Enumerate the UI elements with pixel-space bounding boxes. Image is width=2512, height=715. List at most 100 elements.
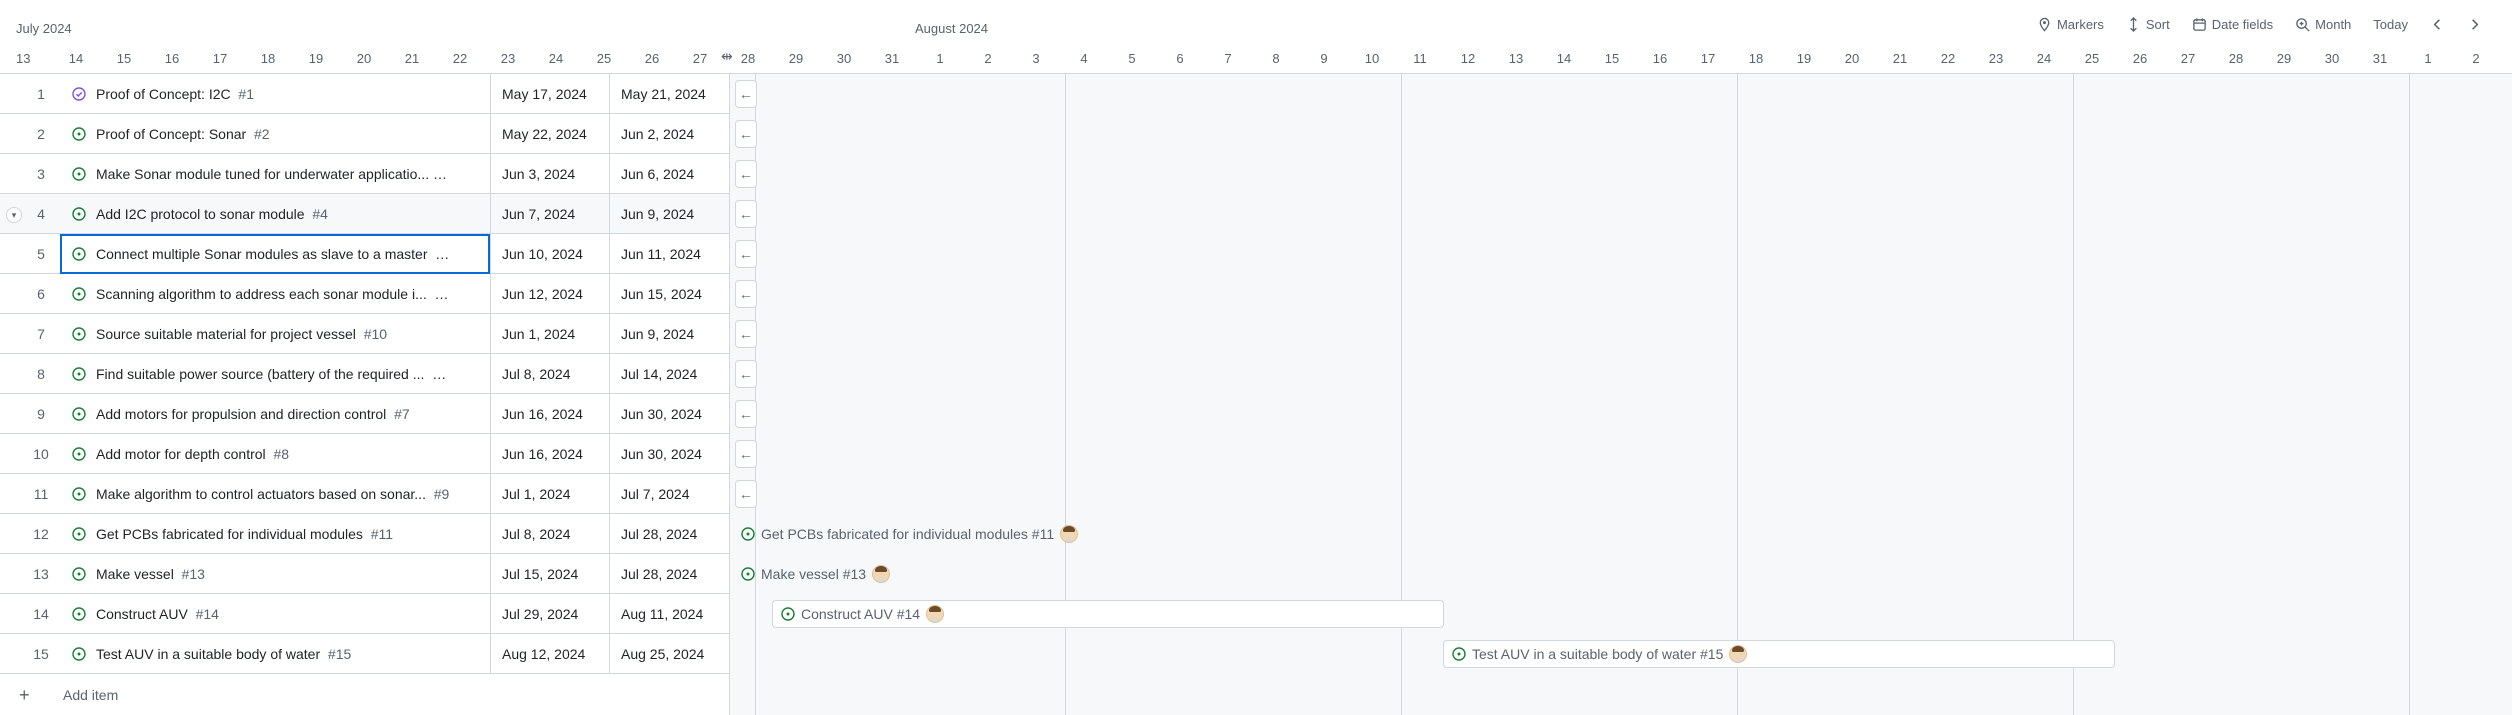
start-date-cell[interactable]: Jul 15, 2024 <box>502 554 578 594</box>
column-resize-handle[interactable]: ⇹ <box>721 48 739 66</box>
scroll-to-item-arrow-icon[interactable]: ← <box>735 360 757 388</box>
start-date-cell[interactable]: Jun 10, 2024 <box>502 234 583 274</box>
column-divider <box>490 114 491 154</box>
day-label: 4 <box>1080 51 1088 66</box>
table-row[interactable]: 7 Source suitable material for project ve… <box>0 314 730 354</box>
add-item-row[interactable]: + Add item <box>0 675 730 715</box>
selected-cell-outline <box>60 234 490 274</box>
start-date-cell[interactable]: Jun 16, 2024 <box>502 434 583 474</box>
start-date-cell[interactable]: Jun 1, 2024 <box>502 314 575 354</box>
gantt-bar[interactable]: Construct AUV #14 <box>772 600 1444 628</box>
gantt-bar[interactable]: Test AUV in a suitable body of water #15 <box>1443 640 2115 668</box>
scroll-to-item-arrow-icon[interactable]: ← <box>735 80 757 108</box>
item-title[interactable]: Construct AUV #14 <box>96 594 219 634</box>
table-row[interactable]: 11 Make algorithm to control actuators ba… <box>0 474 730 514</box>
item-title[interactable]: Source suitable material for project ves… <box>96 314 387 354</box>
end-date-cell[interactable]: Jul 7, 2024 <box>621 474 690 514</box>
item-title[interactable]: Find suitable power source (battery of t… <box>96 354 450 394</box>
item-table: 1 Proof of Concept: I2C #1 May 17, 2024 May… <box>0 74 730 674</box>
scroll-to-item-arrow-icon[interactable]: ← <box>735 480 757 508</box>
item-title[interactable]: Add I2C protocol to sonar module #4 <box>96 194 328 234</box>
scroll-to-item-arrow-icon[interactable]: ← <box>735 120 757 148</box>
start-date-cell[interactable]: Jul 8, 2024 <box>502 354 571 394</box>
day-label: 11 <box>1413 51 1427 66</box>
start-date-cell[interactable]: Aug 12, 2024 <box>502 634 585 674</box>
end-date-cell[interactable]: Jul 14, 2024 <box>621 354 697 394</box>
item-title[interactable]: Make algorithm to control actuators base… <box>96 474 449 514</box>
column-divider <box>490 314 491 354</box>
scroll-to-item-arrow-icon[interactable]: ← <box>735 320 757 348</box>
end-date-cell[interactable]: Jun 9, 2024 <box>621 194 694 234</box>
issue-number: #3 <box>436 166 450 182</box>
start-date-cell[interactable]: Jun 7, 2024 <box>502 194 575 234</box>
week-gridline <box>2409 74 2410 715</box>
start-date-cell[interactable]: Jun 3, 2024 <box>502 154 575 194</box>
table-row[interactable]: 3 Make Sonar module tuned for underwater … <box>0 154 730 194</box>
item-title[interactable]: Scanning algorithm to address each sonar… <box>96 274 450 314</box>
day-label: 13 <box>16 51 31 66</box>
today-button[interactable]: Today <box>2373 17 2408 32</box>
table-row[interactable]: ▾ 4 Add I2C protocol to sonar module #4 Jun… <box>0 194 730 234</box>
scroll-to-item-arrow-icon[interactable]: ← <box>735 240 757 268</box>
end-date-cell[interactable]: Jun 2, 2024 <box>621 114 694 154</box>
item-title[interactable]: Proof of Concept: Sonar #2 <box>96 114 270 154</box>
item-title[interactable]: Add motors for propulsion and direction … <box>96 394 410 434</box>
start-date-cell[interactable]: May 22, 2024 <box>502 114 587 154</box>
sort-button[interactable]: Sort <box>2126 17 2170 32</box>
start-date-cell[interactable]: Jun 12, 2024 <box>502 274 583 314</box>
zoom-month-button[interactable]: Month <box>2295 17 2351 32</box>
start-date-cell[interactable]: Jul 29, 2024 <box>502 594 578 634</box>
zoom-in-icon <box>2296 18 2310 32</box>
end-date-cell[interactable]: Jun 11, 2024 <box>621 234 701 274</box>
table-row[interactable]: 14 Construct AUV #14 Jul 29, 2024 Aug 11, 2… <box>0 594 730 634</box>
end-date-cell[interactable]: Jun 30, 2024 <box>621 434 702 474</box>
item-title[interactable]: Make Sonar module tuned for underwater a… <box>96 154 450 194</box>
table-row[interactable]: 9 Add motors for propulsion and direction… <box>0 394 730 434</box>
table-row[interactable]: 13 Make vessel #13 Jul 15, 2024 Jul 28, 202… <box>0 554 730 594</box>
scroll-to-item-arrow-icon[interactable]: ← <box>735 200 757 228</box>
day-label: 15 <box>116 51 132 66</box>
item-title[interactable]: Make vessel #13 <box>96 554 205 594</box>
end-date-cell[interactable]: Aug 25, 2024 <box>621 634 704 674</box>
start-date-cell[interactable]: May 17, 2024 <box>502 74 587 114</box>
table-row[interactable]: 8 Find suitable power source (battery of … <box>0 354 730 394</box>
scroll-to-item-arrow-icon[interactable]: ← <box>735 400 757 428</box>
end-date-cell[interactable]: Aug 11, 2024 <box>621 594 703 634</box>
column-divider <box>609 354 610 394</box>
scroll-to-item-arrow-icon[interactable]: ← <box>735 280 757 308</box>
scroll-to-item-arrow-icon[interactable]: ← <box>735 160 757 188</box>
date-fields-button[interactable]: Date fields <box>2192 17 2273 32</box>
end-date-cell[interactable]: Jun 30, 2024 <box>621 394 702 434</box>
start-date-cell[interactable]: Jul 8, 2024 <box>502 514 571 554</box>
day-label: 31 <box>884 51 900 66</box>
end-date-cell[interactable]: Jul 28, 2024 <box>621 554 697 594</box>
gantt-bar[interactable]: Get PCBs fabricated for individual modul… <box>733 520 1113 548</box>
table-row[interactable]: 6 Scanning algorithm to address each sona… <box>0 274 730 314</box>
table-row[interactable]: 15 Test AUV in a suitable body of water #… <box>0 634 730 674</box>
row-number: 9 <box>37 406 45 422</box>
scroll-to-item-arrow-icon[interactable]: ← <box>735 440 757 468</box>
end-date-cell[interactable]: May 21, 2024 <box>621 74 706 114</box>
next-period-button[interactable] <box>2467 17 2482 32</box>
table-row[interactable]: 1 Proof of Concept: I2C #1 May 17, 2024 May… <box>0 74 730 114</box>
item-title[interactable]: Test AUV in a suitable body of water #15 <box>96 634 351 674</box>
end-date-cell[interactable]: Jun 9, 2024 <box>621 314 694 354</box>
table-row[interactable]: 5 Connect multiple Sonar modules as slave… <box>0 234 730 274</box>
item-title[interactable]: Get PCBs fabricated for individual modul… <box>96 514 393 554</box>
end-date-cell[interactable]: Jul 28, 2024 <box>621 514 697 554</box>
table-row[interactable]: 2 Proof of Concept: Sonar #2 May 22, 2024 J… <box>0 114 730 154</box>
start-date-cell[interactable]: Jul 1, 2024 <box>502 474 571 514</box>
issue-opened-icon <box>1452 647 1466 661</box>
markers-button[interactable]: Markers <box>2037 17 2104 32</box>
month-label-august: August 2024 <box>915 21 989 36</box>
table-row[interactable]: 12 Get PCBs fabricated for individual mod… <box>0 514 730 554</box>
item-title[interactable]: Add motor for depth control #8 <box>96 434 289 474</box>
table-row[interactable]: 10 Add motor for depth control #8 Jun 16, … <box>0 434 730 474</box>
end-date-cell[interactable]: Jun 6, 2024 <box>621 154 694 194</box>
issue-number: #1 <box>238 86 254 102</box>
previous-period-button[interactable] <box>2430 17 2445 32</box>
item-title[interactable]: Proof of Concept: I2C #1 <box>96 74 254 114</box>
end-date-cell[interactable]: Jun 15, 2024 <box>621 274 702 314</box>
gantt-bar[interactable]: Make vessel #13 <box>733 560 933 588</box>
start-date-cell[interactable]: Jun 16, 2024 <box>502 394 583 434</box>
